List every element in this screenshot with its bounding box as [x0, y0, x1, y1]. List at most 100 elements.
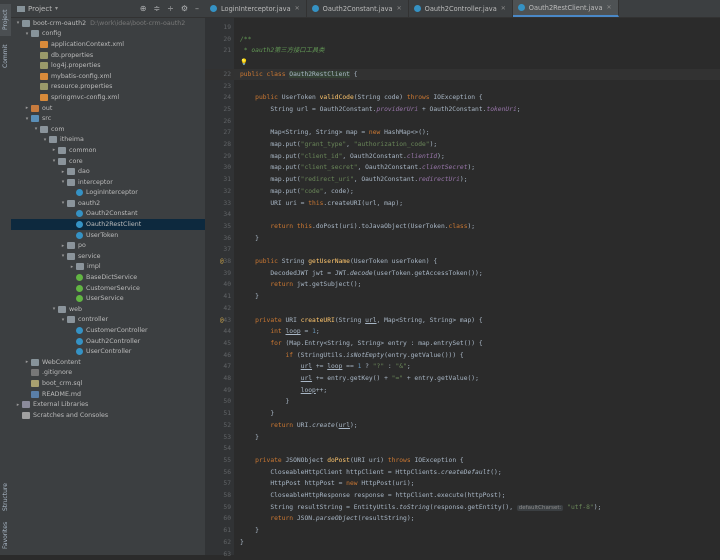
- code-line[interactable]: 45 for (Map.Entry<String, String> entry …: [205, 338, 720, 350]
- expand-arrow-icon[interactable]: ▸: [23, 105, 31, 111]
- code-line[interactable]: 42: [205, 303, 720, 315]
- expand-arrow-icon[interactable]: ▾: [59, 179, 67, 185]
- code-line[interactable]: 41 }: [205, 291, 720, 303]
- code-line[interactable]: 33 URI uri = this.createURI(url, map);: [205, 198, 720, 210]
- code-line[interactable]: 29 map.put("client_id", Oauth2Constant.c…: [205, 151, 720, 163]
- code-line[interactable]: 28 map.put("grant_type", "authorization_…: [205, 139, 720, 151]
- expand-arrow-icon[interactable]: ▸: [59, 243, 67, 249]
- code-line[interactable]: 48 url += entry.getKey() + "=" + entry.g…: [205, 373, 720, 385]
- project-tool-tab[interactable]: Project: [0, 4, 11, 36]
- code-line[interactable]: 44 int loop = 1;: [205, 326, 720, 338]
- code-line[interactable]: 26: [205, 116, 720, 128]
- expand-icon[interactable]: ÷: [167, 4, 174, 13]
- code-line[interactable]: 62}: [205, 537, 720, 549]
- code-line[interactable]: 38@ public String getUserName(UserToken …: [205, 256, 720, 268]
- tree-item[interactable]: ▾core: [11, 156, 205, 167]
- favorites-tool-tab[interactable]: Favorites: [0, 518, 11, 552]
- code-line[interactable]: 💡: [205, 57, 720, 69]
- close-icon[interactable]: ✕: [607, 4, 612, 11]
- code-line[interactable]: 47 url += loop == 1 ? "?" : "&";: [205, 361, 720, 373]
- tree-item[interactable]: Oauth2RestClient: [11, 219, 205, 230]
- override-marker-icon[interactable]: @: [220, 315, 224, 327]
- tree-item[interactable]: ▸External Libraries: [11, 399, 205, 410]
- code-line[interactable]: 59 String resultString = EntityUtils.toS…: [205, 502, 720, 514]
- code-line[interactable]: 21 * oauth2第三方接口工具类: [205, 45, 720, 57]
- tree-item[interactable]: ▾controller: [11, 315, 205, 326]
- code-line[interactable]: 49 loop++;: [205, 385, 720, 397]
- code-line[interactable]: 51 }: [205, 408, 720, 420]
- code-line[interactable]: 63: [205, 549, 720, 560]
- tree-item[interactable]: ▸dao: [11, 166, 205, 177]
- tree-item[interactable]: ▾config: [11, 29, 205, 40]
- expand-arrow-icon[interactable]: ▸: [23, 359, 31, 365]
- tree-item[interactable]: .gitignore: [11, 368, 205, 379]
- tree-item[interactable]: ▾boot-crm-oauth2D:\work\idea\boot-crm-oa…: [11, 18, 205, 29]
- tree-item[interactable]: ▾interceptor: [11, 177, 205, 188]
- tree-item[interactable]: springmvc-config.xml: [11, 92, 205, 103]
- tree-item[interactable]: applicationContext.xml: [11, 39, 205, 50]
- tree-item[interactable]: boot_crm.sql: [11, 378, 205, 389]
- expand-arrow-icon[interactable]: ▾: [32, 126, 40, 132]
- tree-item[interactable]: ▾itheima: [11, 135, 205, 146]
- close-icon[interactable]: ✕: [501, 5, 506, 12]
- tree-item[interactable]: ▾web: [11, 304, 205, 315]
- code-line[interactable]: 31 map.put("redirect_uri", Oauth2Constan…: [205, 174, 720, 186]
- expand-arrow-icon[interactable]: ▾: [23, 31, 31, 37]
- tree-item[interactable]: UserController: [11, 346, 205, 357]
- collapse-icon[interactable]: ≑: [153, 4, 160, 13]
- code-line[interactable]: 37: [205, 244, 720, 256]
- tree-item[interactable]: ▸po: [11, 240, 205, 251]
- code-line[interactable]: 24 public UserToken validCode(String cod…: [205, 92, 720, 104]
- tree-item[interactable]: Oauth2Constant: [11, 209, 205, 220]
- expand-arrow-icon[interactable]: ▾: [14, 20, 22, 26]
- tree-item[interactable]: ▸common: [11, 145, 205, 156]
- tree-item[interactable]: ▾oauth2: [11, 198, 205, 209]
- tree-item[interactable]: README.md: [11, 389, 205, 400]
- tree-item[interactable]: ▸out: [11, 103, 205, 114]
- code-line[interactable]: 32 map.put("code", code);: [205, 186, 720, 198]
- code-line[interactable]: 40 return jwt.getSubject();: [205, 279, 720, 291]
- code-line[interactable]: 22public class Oauth2RestClient {: [205, 69, 720, 81]
- tree-item[interactable]: ▾src: [11, 113, 205, 124]
- tree-item[interactable]: resource.properties: [11, 82, 205, 93]
- structure-tool-tab[interactable]: Structure: [0, 480, 11, 514]
- expand-arrow-icon[interactable]: ▸: [50, 147, 58, 153]
- code-line[interactable]: 20/**: [205, 34, 720, 46]
- tree-item[interactable]: ▸impl: [11, 262, 205, 273]
- close-icon[interactable]: ✕: [397, 5, 402, 12]
- tree-item[interactable]: Scratches and Consoles: [11, 410, 205, 421]
- tree-item[interactable]: ▾service: [11, 251, 205, 262]
- code-line[interactable]: 61 }: [205, 525, 720, 537]
- tree-item[interactable]: CustomerController: [11, 325, 205, 336]
- code-line[interactable]: 54: [205, 443, 720, 455]
- tree-item[interactable]: log4j.properties: [11, 60, 205, 71]
- editor-tab[interactable]: Oauth2RestClient.java✕: [513, 0, 619, 17]
- commit-tool-tab[interactable]: Commit: [0, 42, 11, 70]
- tree-item[interactable]: LoginInterceptor: [11, 188, 205, 199]
- expand-arrow-icon[interactable]: ▾: [23, 116, 31, 122]
- code-line[interactable]: 56 CloseableHttpClient httpClient = Http…: [205, 467, 720, 479]
- code-line[interactable]: 25 String url = Oauth2Constant.providerU…: [205, 104, 720, 116]
- override-marker-icon[interactable]: @: [220, 256, 224, 268]
- code-line[interactable]: 52 return URI.create(url);: [205, 420, 720, 432]
- code-line[interactable]: 36 }: [205, 233, 720, 245]
- globe-icon[interactable]: ⊕: [140, 4, 147, 13]
- tree-item[interactable]: Oauth2Controller: [11, 336, 205, 347]
- editor-tab[interactable]: LoginInterceptor.java✕: [205, 0, 307, 17]
- code-line[interactable]: 57 HttpPost httpPost = new HttpPost(uri)…: [205, 478, 720, 490]
- code-line[interactable]: 30 map.put("client_secret", Oauth2Consta…: [205, 162, 720, 174]
- code-line[interactable]: 39 DecodedJWT jwt = JWT.decode(userToken…: [205, 268, 720, 280]
- gear-icon[interactable]: ⚙: [181, 4, 188, 13]
- tree-item[interactable]: ▸WebContent: [11, 357, 205, 368]
- code-line[interactable]: 35 return this.doPost(uri).toJavaObject(…: [205, 221, 720, 233]
- expand-arrow-icon[interactable]: ▾: [59, 253, 67, 259]
- code-line[interactable]: 19: [205, 22, 720, 34]
- code-line[interactable]: 43@ private URI createURI(String url, Ma…: [205, 315, 720, 327]
- tree-item[interactable]: CustomerService: [11, 283, 205, 294]
- code-line[interactable]: 58 CloseableHttpResponse response = http…: [205, 490, 720, 502]
- editor-tab[interactable]: Oauth2Constant.java✕: [307, 0, 409, 17]
- minimize-icon[interactable]: –: [195, 4, 199, 13]
- code-editor[interactable]: 1920/**21 * oauth2第三方接口工具类💡22public clas…: [205, 18, 720, 555]
- code-line[interactable]: 60 return JSON.parseObject(resultString)…: [205, 513, 720, 525]
- code-line[interactable]: 34: [205, 209, 720, 221]
